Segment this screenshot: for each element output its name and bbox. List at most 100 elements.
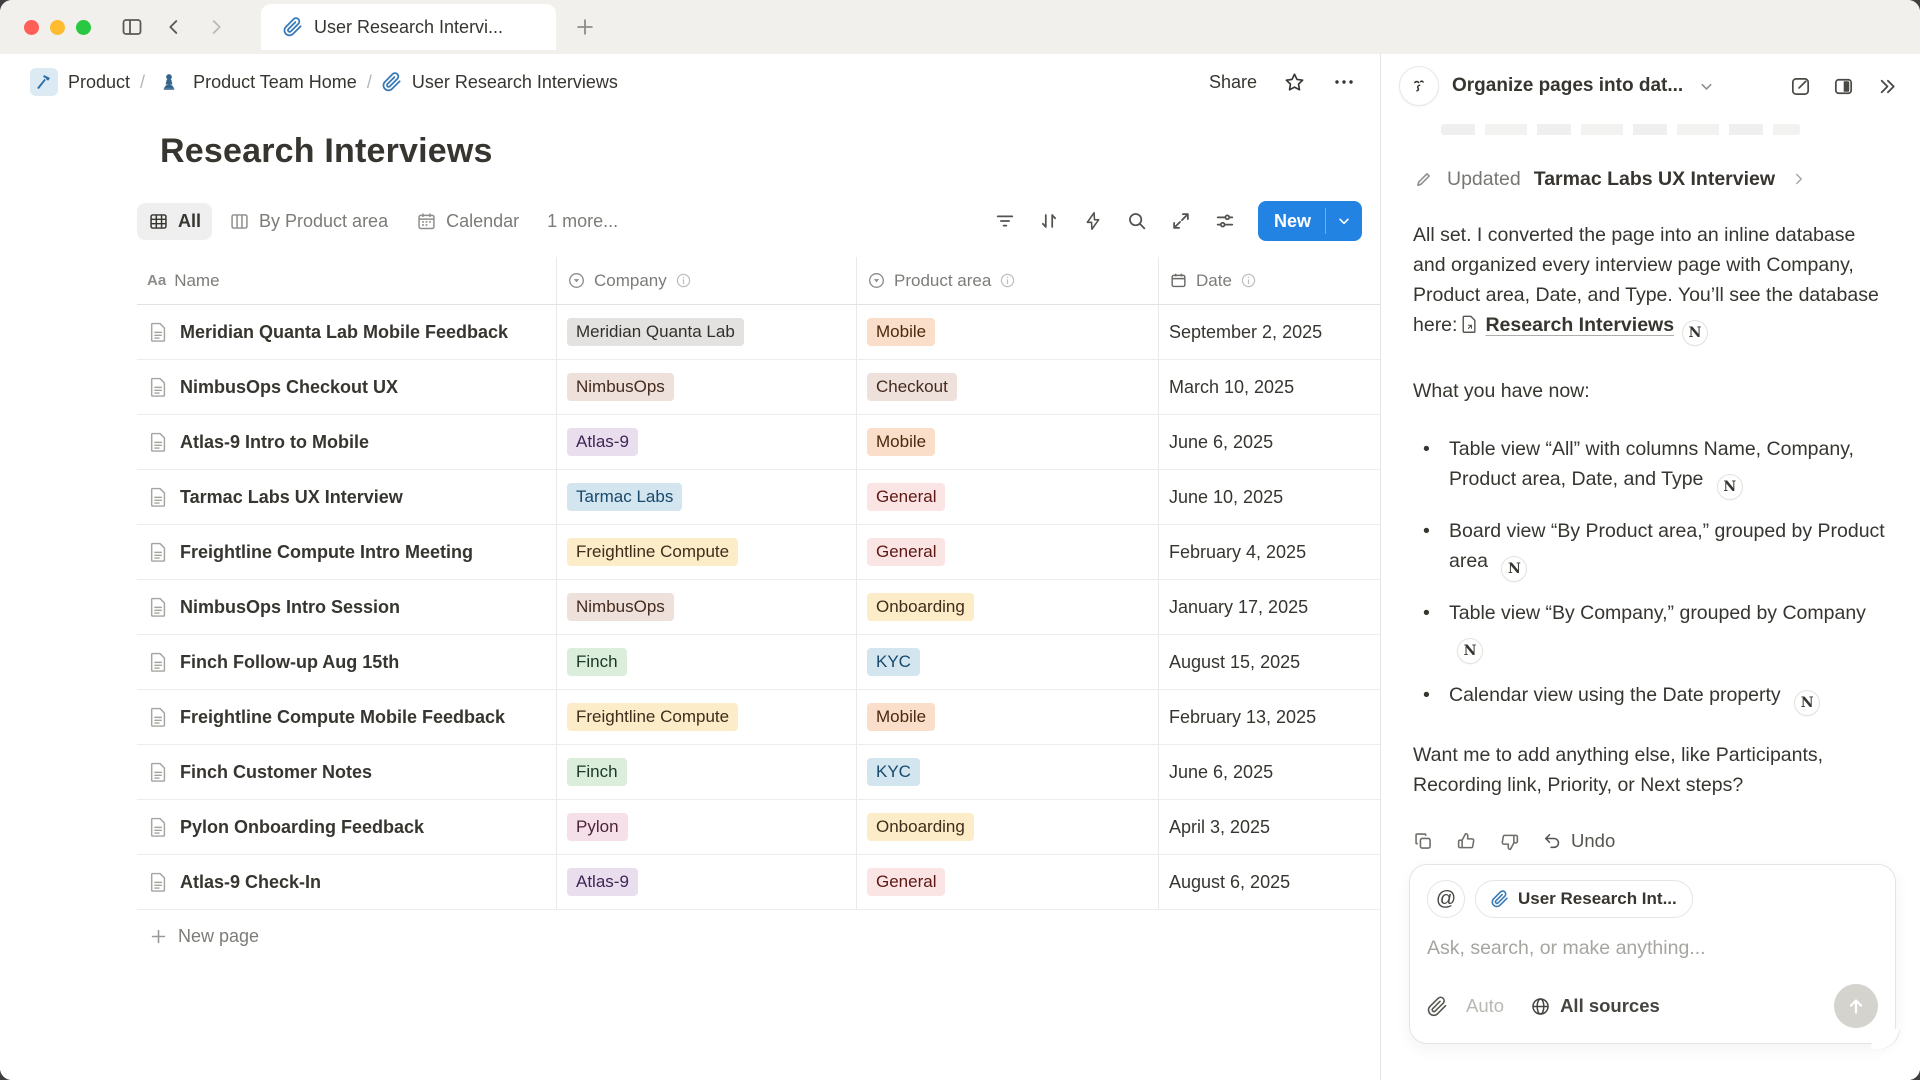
cell-date[interactable]: April 3, 2025: [1159, 800, 1380, 854]
cell-date[interactable]: August 15, 2025: [1159, 635, 1380, 689]
cell-date[interactable]: January 17, 2025: [1159, 580, 1380, 634]
cell-date[interactable]: June 6, 2025: [1159, 745, 1380, 799]
cell-product-area[interactable]: General: [857, 855, 1159, 909]
cell-name[interactable]: NimbusOps Checkout UX: [137, 360, 557, 414]
updated-page-row[interactable]: Updated Tarmac Labs UX Interview: [1413, 164, 1890, 194]
cell-name[interactable]: Atlas-9 Intro to Mobile: [137, 415, 557, 469]
tab-user-research-interviews[interactable]: User Research Intervi...: [261, 4, 556, 50]
chevron-down-icon[interactable]: [1326, 201, 1362, 241]
sources-selector[interactable]: All sources: [1530, 995, 1660, 1017]
attach-paperclip-icon[interactable]: [1427, 996, 1448, 1017]
chevron-down-icon[interactable]: [1698, 78, 1715, 95]
toggle-panel-icon[interactable]: [1832, 75, 1855, 98]
cell-product-area[interactable]: Onboarding: [857, 800, 1159, 854]
cell-name[interactable]: Atlas-9 Check-In: [137, 855, 557, 909]
cell-company[interactable]: Freightline Compute: [557, 525, 857, 579]
cell-company[interactable]: Pylon: [557, 800, 857, 854]
composer-input[interactable]: [1427, 937, 1878, 960]
column-header-product-area[interactable]: Product area: [857, 257, 1159, 304]
column-header-date[interactable]: Date: [1159, 257, 1380, 304]
cell-date[interactable]: March 10, 2025: [1159, 360, 1380, 414]
cell-date[interactable]: February 13, 2025: [1159, 690, 1380, 744]
cell-date[interactable]: February 4, 2025: [1159, 525, 1380, 579]
view-tab-calendar[interactable]: Calendar: [405, 203, 530, 240]
back-icon[interactable]: [161, 14, 187, 40]
new-tab-button[interactable]: [570, 12, 600, 42]
cell-product-area[interactable]: KYC: [857, 745, 1159, 799]
zoom-window-button[interactable]: [76, 20, 91, 35]
column-header-company[interactable]: Company: [557, 257, 857, 304]
table-row[interactable]: Tarmac Labs UX InterviewTarmac LabsGener…: [137, 470, 1380, 525]
context-page-chip[interactable]: User Research Int...: [1475, 880, 1693, 918]
view-tab-all[interactable]: All: [137, 203, 212, 240]
cell-product-area[interactable]: Checkout: [857, 360, 1159, 414]
mention-button[interactable]: @: [1427, 880, 1465, 918]
table-row[interactable]: Atlas-9 Intro to MobileAtlas-9MobileJune…: [137, 415, 1380, 470]
view-tab-by-product-area[interactable]: By Product area: [218, 203, 399, 240]
ai-thread-title[interactable]: Organize pages into dat...: [1452, 75, 1683, 97]
column-header-name[interactable]: Aa Name: [137, 257, 557, 304]
view-settings-icon[interactable]: [1208, 204, 1242, 238]
table-row[interactable]: Freightline Compute Intro MeetingFreight…: [137, 525, 1380, 580]
cell-name[interactable]: Finch Customer Notes: [137, 745, 557, 799]
cell-date[interactable]: June 6, 2025: [1159, 415, 1380, 469]
table-row[interactable]: Finch Customer NotesFinchKYCJune 6, 2025: [137, 745, 1380, 800]
cell-name[interactable]: Pylon Onboarding Feedback: [137, 800, 557, 854]
cell-product-area[interactable]: General: [857, 525, 1159, 579]
undo-button[interactable]: Undo: [1542, 826, 1615, 856]
ai-composer[interactable]: @ User Research Int...: [1409, 864, 1896, 1044]
cell-name[interactable]: Freightline Compute Intro Meeting: [137, 525, 557, 579]
cell-company[interactable]: Tarmac Labs: [557, 470, 857, 524]
cell-name[interactable]: NimbusOps Intro Session: [137, 580, 557, 634]
cell-date[interactable]: August 6, 2025: [1159, 855, 1380, 909]
cell-company[interactable]: Finch: [557, 745, 857, 799]
filter-icon[interactable]: [988, 204, 1022, 238]
cell-company[interactable]: NimbusOps: [557, 580, 857, 634]
automation-lightning-icon[interactable]: [1076, 204, 1110, 238]
cell-name[interactable]: Finch Follow-up Aug 15th: [137, 635, 557, 689]
model-auto-selector[interactable]: Auto: [1466, 995, 1504, 1017]
breadcrumb-team-home[interactable]: Product Team Home: [149, 64, 363, 100]
view-tab-more[interactable]: 1 more...: [536, 203, 629, 240]
table-row[interactable]: Finch Follow-up Aug 15thFinchKYCAugust 1…: [137, 635, 1380, 690]
cell-name[interactable]: Freightline Compute Mobile Feedback: [137, 690, 557, 744]
new-chat-icon[interactable]: [1789, 75, 1812, 98]
expand-icon[interactable]: [1164, 204, 1198, 238]
close-window-button[interactable]: [24, 20, 39, 35]
cell-company[interactable]: NimbusOps: [557, 360, 857, 414]
cell-product-area[interactable]: Mobile: [857, 690, 1159, 744]
cell-company[interactable]: Atlas-9: [557, 415, 857, 469]
table-row[interactable]: Meridian Quanta Lab Mobile FeedbackMerid…: [137, 305, 1380, 360]
breadcrumb-product[interactable]: Product: [24, 64, 136, 100]
collapse-panel-chevrons-icon[interactable]: [1875, 75, 1898, 98]
cell-product-area[interactable]: Onboarding: [857, 580, 1159, 634]
table-row[interactable]: Freightline Compute Mobile FeedbackFreig…: [137, 690, 1380, 745]
cell-product-area[interactable]: KYC: [857, 635, 1159, 689]
cell-company[interactable]: Finch: [557, 635, 857, 689]
cell-company[interactable]: Freightline Compute: [557, 690, 857, 744]
table-row[interactable]: NimbusOps Checkout UXNimbusOpsCheckoutMa…: [137, 360, 1380, 415]
ai-face-icon[interactable]: [1399, 66, 1439, 106]
forward-icon[interactable]: [203, 14, 229, 40]
cell-date[interactable]: June 10, 2025: [1159, 470, 1380, 524]
table-row[interactable]: NimbusOps Intro SessionNimbusOpsOnboardi…: [137, 580, 1380, 635]
cell-name[interactable]: Tarmac Labs UX Interview: [137, 470, 557, 524]
new-button[interactable]: New: [1258, 201, 1362, 241]
send-button[interactable]: [1834, 984, 1878, 1028]
minimize-window-button[interactable]: [50, 20, 65, 35]
table-row[interactable]: Atlas-9 Check-InAtlas-9GeneralAugust 6, …: [137, 855, 1380, 910]
sidebar-toggle-icon[interactable]: [119, 14, 145, 40]
cell-product-area[interactable]: General: [857, 470, 1159, 524]
cell-product-area[interactable]: Mobile: [857, 415, 1159, 469]
new-page-button[interactable]: New page: [137, 910, 1380, 962]
cell-product-area[interactable]: Mobile: [857, 305, 1159, 359]
cell-company[interactable]: Atlas-9: [557, 855, 857, 909]
cell-company[interactable]: Meridian Quanta Lab: [557, 305, 857, 359]
sort-icon[interactable]: [1032, 204, 1066, 238]
share-button[interactable]: Share: [1209, 72, 1257, 93]
table-row[interactable]: Pylon Onboarding FeedbackPylonOnboarding…: [137, 800, 1380, 855]
favorite-star-icon[interactable]: [1283, 71, 1306, 94]
thumbs-down-icon[interactable]: [1499, 831, 1520, 852]
cell-name[interactable]: Meridian Quanta Lab Mobile Feedback: [137, 305, 557, 359]
copy-icon[interactable]: [1413, 831, 1434, 852]
